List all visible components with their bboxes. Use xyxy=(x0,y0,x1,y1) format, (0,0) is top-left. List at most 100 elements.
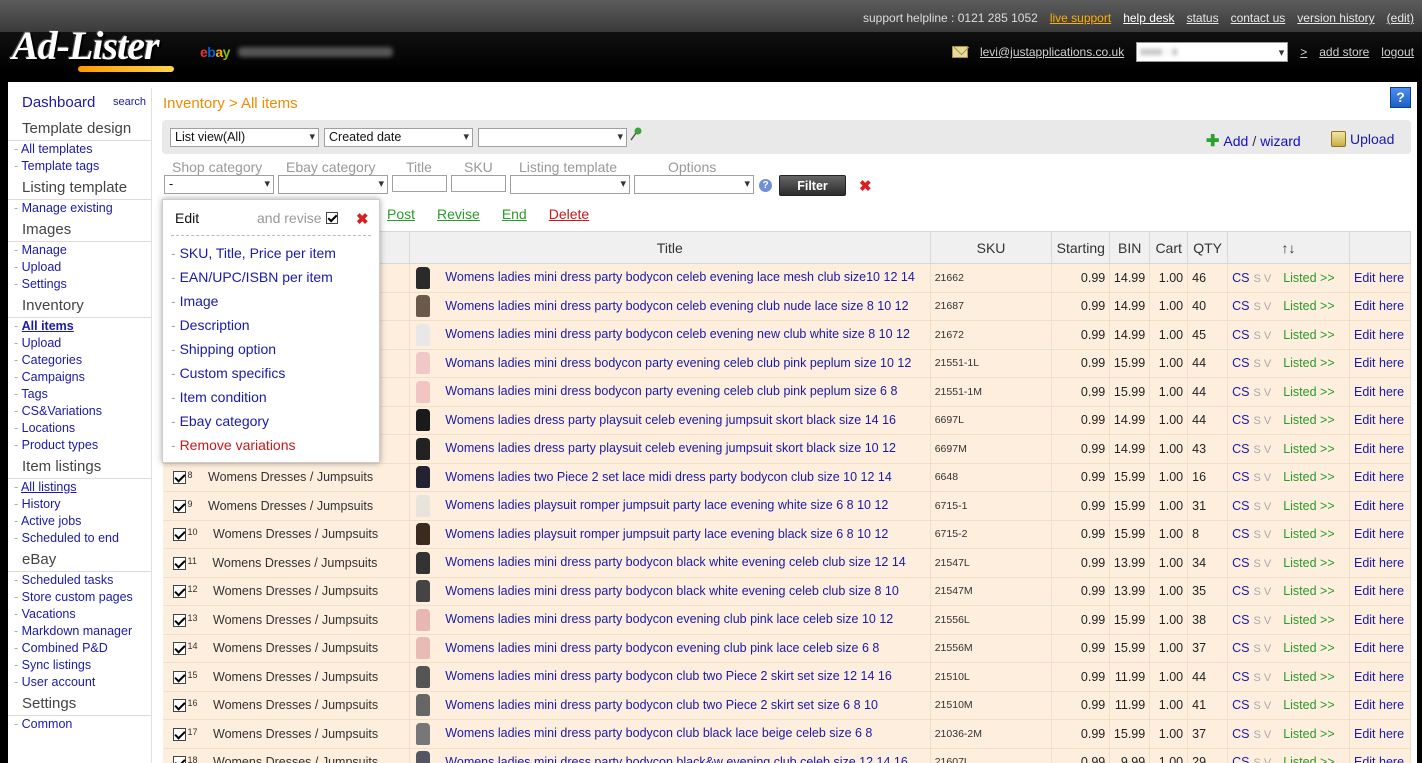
sidebar-item-all-listings[interactable]: All listings xyxy=(21,480,77,494)
cs-link[interactable]: CS xyxy=(1232,556,1249,570)
popup-item-custom-specifics[interactable]: Custom specifics xyxy=(180,365,286,381)
listed-link[interactable]: Listed >> xyxy=(1283,499,1334,513)
item-title-link[interactable]: Womens ladies two Piece 2 set lace midi … xyxy=(443,470,892,484)
sidebar-item-settings[interactable]: Settings xyxy=(22,277,67,291)
listed-link[interactable]: Listed >> xyxy=(1283,442,1334,456)
listing-template-select[interactable] xyxy=(510,175,630,194)
item-thumbnail[interactable] xyxy=(415,409,430,432)
row-checkbox[interactable] xyxy=(172,670,186,684)
sidebar-item-upload[interactable]: Upload xyxy=(22,336,62,350)
sidebar-item-store-custom-pages[interactable]: Store custom pages xyxy=(22,590,133,604)
mail-icon[interactable] xyxy=(951,46,968,58)
item-title-link[interactable]: Womens ladies playsuit romper jumpsuit p… xyxy=(443,498,888,512)
edit-here-link[interactable]: Edit here xyxy=(1350,670,1404,684)
popup-item-shipping-option[interactable]: Shipping option xyxy=(180,341,277,357)
cs-link[interactable]: CS xyxy=(1232,385,1249,399)
edit-here-link[interactable]: Edit here xyxy=(1350,499,1404,513)
edit-here-link[interactable]: Edit here xyxy=(1350,527,1404,541)
sidebar-item-combined-p-d[interactable]: Combined P&D xyxy=(22,641,108,655)
sidebar-item-vacations[interactable]: Vacations xyxy=(22,607,76,621)
store-select[interactable]: xxxx · x ▾ xyxy=(1136,42,1289,62)
title-filter-input[interactable] xyxy=(392,175,447,192)
sidebar-item-template-tags[interactable]: Template tags xyxy=(21,159,99,173)
edit-here-link[interactable]: Edit here xyxy=(1350,299,1404,313)
close-icon[interactable]: ✖ xyxy=(356,210,369,228)
row-checkbox[interactable] xyxy=(172,499,186,513)
item-thumbnail[interactable] xyxy=(415,466,430,489)
table-row[interactable]: 15 Womens Dresses / Jumpsuits Womens lad… xyxy=(162,662,1412,692)
store-go-link[interactable]: > xyxy=(1300,45,1307,59)
sidebar-item-scheduled-tasks[interactable]: Scheduled tasks xyxy=(22,573,114,587)
cs-link[interactable]: CS xyxy=(1232,698,1249,712)
header-sku[interactable]: SKU xyxy=(929,231,1053,264)
item-thumbnail[interactable] xyxy=(415,551,430,574)
cs-link[interactable]: CS xyxy=(1232,755,1249,763)
sidebar-item-markdown-manager[interactable]: Markdown manager xyxy=(22,624,132,638)
sidebar-item-tags[interactable]: Tags xyxy=(21,387,47,401)
edit-here-link[interactable]: Edit here xyxy=(1350,727,1404,741)
item-thumbnail[interactable] xyxy=(415,523,430,546)
sidebar-item-cs-variations[interactable]: CS&Variations xyxy=(22,404,102,418)
sidebar-item-all-templates[interactable]: All templates xyxy=(21,142,93,156)
view-select[interactable]: List view(All) xyxy=(170,128,319,147)
listed-link[interactable]: Listed >> xyxy=(1283,641,1334,655)
sidebar-item-categories[interactable]: Categories xyxy=(22,353,82,367)
post-link[interactable]: Post xyxy=(387,206,415,222)
listed-link[interactable]: Listed >> xyxy=(1283,755,1334,763)
popup-item-remove-variations[interactable]: Remove variations xyxy=(180,437,296,453)
add-store-link[interactable]: add store xyxy=(1319,45,1369,59)
item-title-link[interactable]: Womens ladies dress party playsuit celeb… xyxy=(443,441,896,455)
end-link[interactable]: End xyxy=(502,206,527,222)
sidebar-item-all-items[interactable]: All items xyxy=(22,319,74,333)
edit-here-link[interactable]: Edit here xyxy=(1350,385,1404,399)
ad-lister-logo[interactable]: Ad-Lister xyxy=(12,22,160,69)
header-starting[interactable]: Starting xyxy=(1051,231,1111,264)
sidebar-item-upload[interactable]: Upload xyxy=(22,260,62,274)
item-title-link[interactable]: Womens ladies mini dress party bodycon c… xyxy=(443,726,872,740)
search-link[interactable]: search xyxy=(113,96,146,108)
cs-link[interactable]: CS xyxy=(1232,299,1249,313)
pin-icon[interactable] xyxy=(629,127,643,141)
item-thumbnail[interactable] xyxy=(415,352,430,375)
item-thumbnail[interactable] xyxy=(415,295,430,318)
cs-link[interactable]: CS xyxy=(1232,442,1249,456)
upload-button[interactable]: Upload xyxy=(1331,131,1394,147)
item-title-link[interactable]: Womens ladies mini dress party bodycon b… xyxy=(443,584,898,598)
header-bin[interactable]: BIN xyxy=(1109,231,1151,264)
item-thumbnail[interactable] xyxy=(415,751,430,763)
live-support-link[interactable]: live support xyxy=(1050,11,1111,25)
listed-link[interactable]: Listed >> xyxy=(1283,271,1334,285)
dashboard-link[interactable]: Dashboard xyxy=(22,94,95,111)
cs-link[interactable]: CS xyxy=(1232,328,1249,342)
sidebar-item-scheduled-to-end[interactable]: Scheduled to end xyxy=(22,531,119,545)
status-link[interactable]: status xyxy=(1187,11,1219,25)
item-thumbnail[interactable] xyxy=(415,608,430,631)
item-thumbnail[interactable] xyxy=(415,437,430,460)
item-thumbnail[interactable] xyxy=(415,637,430,660)
edit-here-link[interactable]: Edit here xyxy=(1350,328,1404,342)
sidebar-item-common[interactable]: Common xyxy=(22,717,73,731)
item-title-link[interactable]: Womens ladies mini dress party bodycon b… xyxy=(443,755,908,763)
popup-item-ebay-category[interactable]: Ebay category xyxy=(180,413,270,429)
cs-link[interactable]: CS xyxy=(1232,641,1249,655)
row-checkbox[interactable] xyxy=(172,585,186,599)
item-thumbnail[interactable] xyxy=(415,323,430,346)
ebay-category-select[interactable] xyxy=(278,175,388,194)
listed-link[interactable]: Listed >> xyxy=(1283,698,1334,712)
table-row[interactable]: 14 Womens Dresses / Jumpsuits Womens lad… xyxy=(162,634,1412,663)
table-row[interactable]: 8 Womens Dresses / Jumpsuits Womens ladi… xyxy=(162,463,1412,492)
contact-us-link[interactable]: contact us xyxy=(1231,11,1286,25)
sidebar-item-user-account[interactable]: User account xyxy=(22,675,96,689)
cs-link[interactable]: CS xyxy=(1232,271,1249,285)
sidebar-item-manage[interactable]: Manage xyxy=(22,243,67,257)
listed-link[interactable]: Listed >> xyxy=(1283,584,1334,598)
edit-here-link[interactable]: Edit here xyxy=(1350,755,1404,763)
item-title-link[interactable]: Womens ladies mini dress party bodycon e… xyxy=(443,612,893,626)
listed-link[interactable]: Listed >> xyxy=(1283,413,1334,427)
logout-link[interactable]: logout xyxy=(1381,45,1414,59)
edit-here-link[interactable]: Edit here xyxy=(1350,641,1404,655)
sidebar-item-manage-existing[interactable]: Manage existing xyxy=(22,201,113,215)
cs-link[interactable]: CS xyxy=(1232,670,1249,684)
item-thumbnail[interactable] xyxy=(415,580,430,603)
row-checkbox[interactable] xyxy=(172,556,186,570)
